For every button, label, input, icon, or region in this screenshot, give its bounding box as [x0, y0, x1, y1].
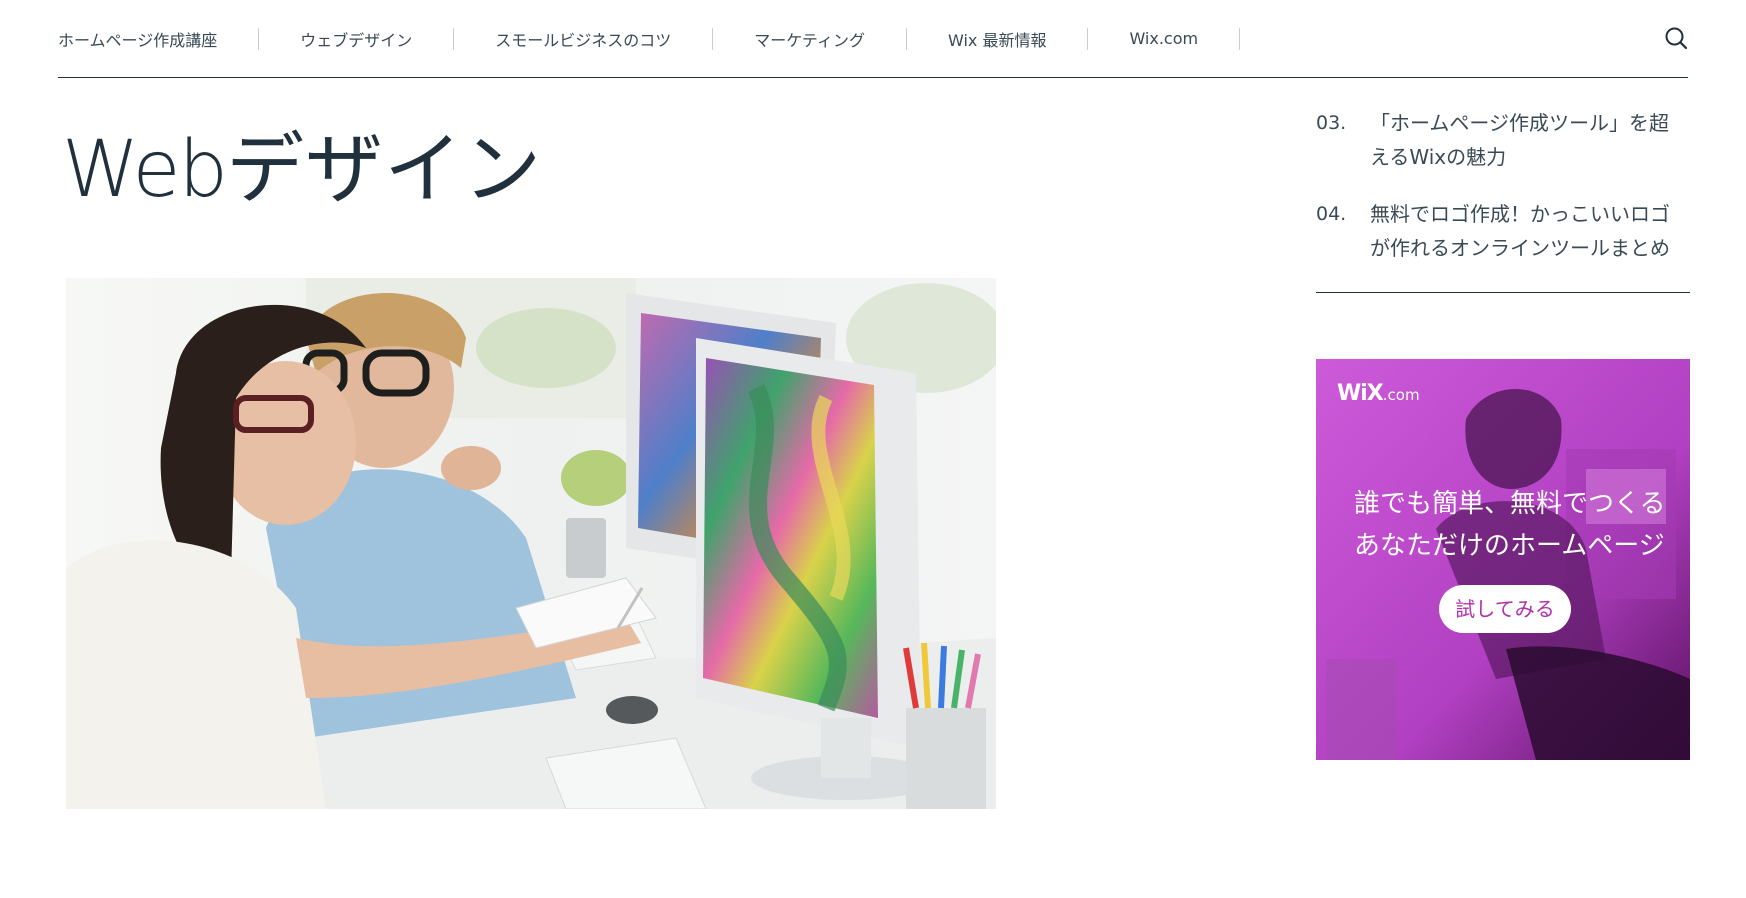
nav-menu: ホームページ作成講座 ウェブデザイン スモールビジネスのコツ マーケティング W…: [58, 0, 1281, 77]
list-item-title[interactable]: 「ホームページ作成ツール」を超 えるWixの魅力: [1370, 106, 1690, 174]
list-item-title-line: 無料でロゴ作成！かっこいいロゴ: [1370, 202, 1670, 226]
nav-item-homepage-course[interactable]: ホームページ作成講座: [58, 27, 217, 51]
page-title-japanese: デザイン: [226, 125, 543, 215]
list-item-title-line: えるWixの魅力: [1370, 145, 1507, 169]
nav-divider: [1087, 27, 1089, 50]
list-item-title-line: が作れるオンラインツールまとめ: [1370, 236, 1670, 260]
ad-headline: 誰でも簡単、無料でつくる: [1354, 489, 1666, 519]
ad-headline: あなただけのホームページ: [1354, 531, 1665, 561]
list-item-title[interactable]: 無料でロゴ作成！かっこいいロゴ が作れるオンラインツールまとめ: [1370, 197, 1690, 265]
wix-logo-text: WiX: [1337, 381, 1384, 406]
nav-divider: [1239, 27, 1241, 50]
search-icon[interactable]: [1664, 26, 1688, 50]
top-navigation: ホームページ作成講座 ウェブデザイン スモールビジネスのコツ マーケティング W…: [58, 0, 1688, 78]
list-item[interactable]: 04. 無料でロゴ作成！かっこいいロゴ が作れるオンラインツールまとめ: [1316, 197, 1690, 265]
nav-item-marketing[interactable]: マーケティング: [754, 27, 865, 51]
nav-item-wix-news[interactable]: Wix 最新情報: [948, 27, 1046, 51]
list-item-title-line: 「ホームページ作成ツール」を超: [1370, 111, 1669, 135]
nav-item-small-business-tips[interactable]: スモールビジネスのコツ: [495, 27, 671, 51]
nav-divider: [453, 27, 455, 50]
try-it-button[interactable]: 試してみる: [1439, 585, 1571, 633]
nav-divider: [905, 27, 907, 50]
nav-divider: [258, 27, 260, 50]
nav-item-wix-com[interactable]: Wix.com: [1129, 29, 1198, 48]
list-item-number: 04.: [1316, 203, 1347, 225]
list-item-number: 03.: [1316, 112, 1347, 134]
page-title-latin: Web: [62, 125, 228, 215]
wix-logo-suffix: .com: [1382, 386, 1420, 404]
list-item[interactable]: 03. 「ホームページ作成ツール」を超 えるWixの魅力: [1316, 106, 1690, 174]
wix-ad-banner[interactable]: WiX.com 誰でも簡単、無料でつくる あなただけのホームページ 試してみる: [1316, 359, 1690, 760]
wix-logo: WiX.com: [1337, 381, 1420, 406]
page-title: Webデザイン: [62, 120, 542, 220]
nav-divider: [712, 27, 714, 50]
popular-articles-list: 03. 「ホームページ作成ツール」を超 えるWixの魅力 04. 無料でロゴ作成…: [1316, 86, 1690, 293]
nav-item-web-design[interactable]: ウェブデザイン: [300, 27, 412, 51]
hero-image[interactable]: [66, 278, 996, 809]
photo-designers-at-monitors-icon: [66, 278, 996, 809]
